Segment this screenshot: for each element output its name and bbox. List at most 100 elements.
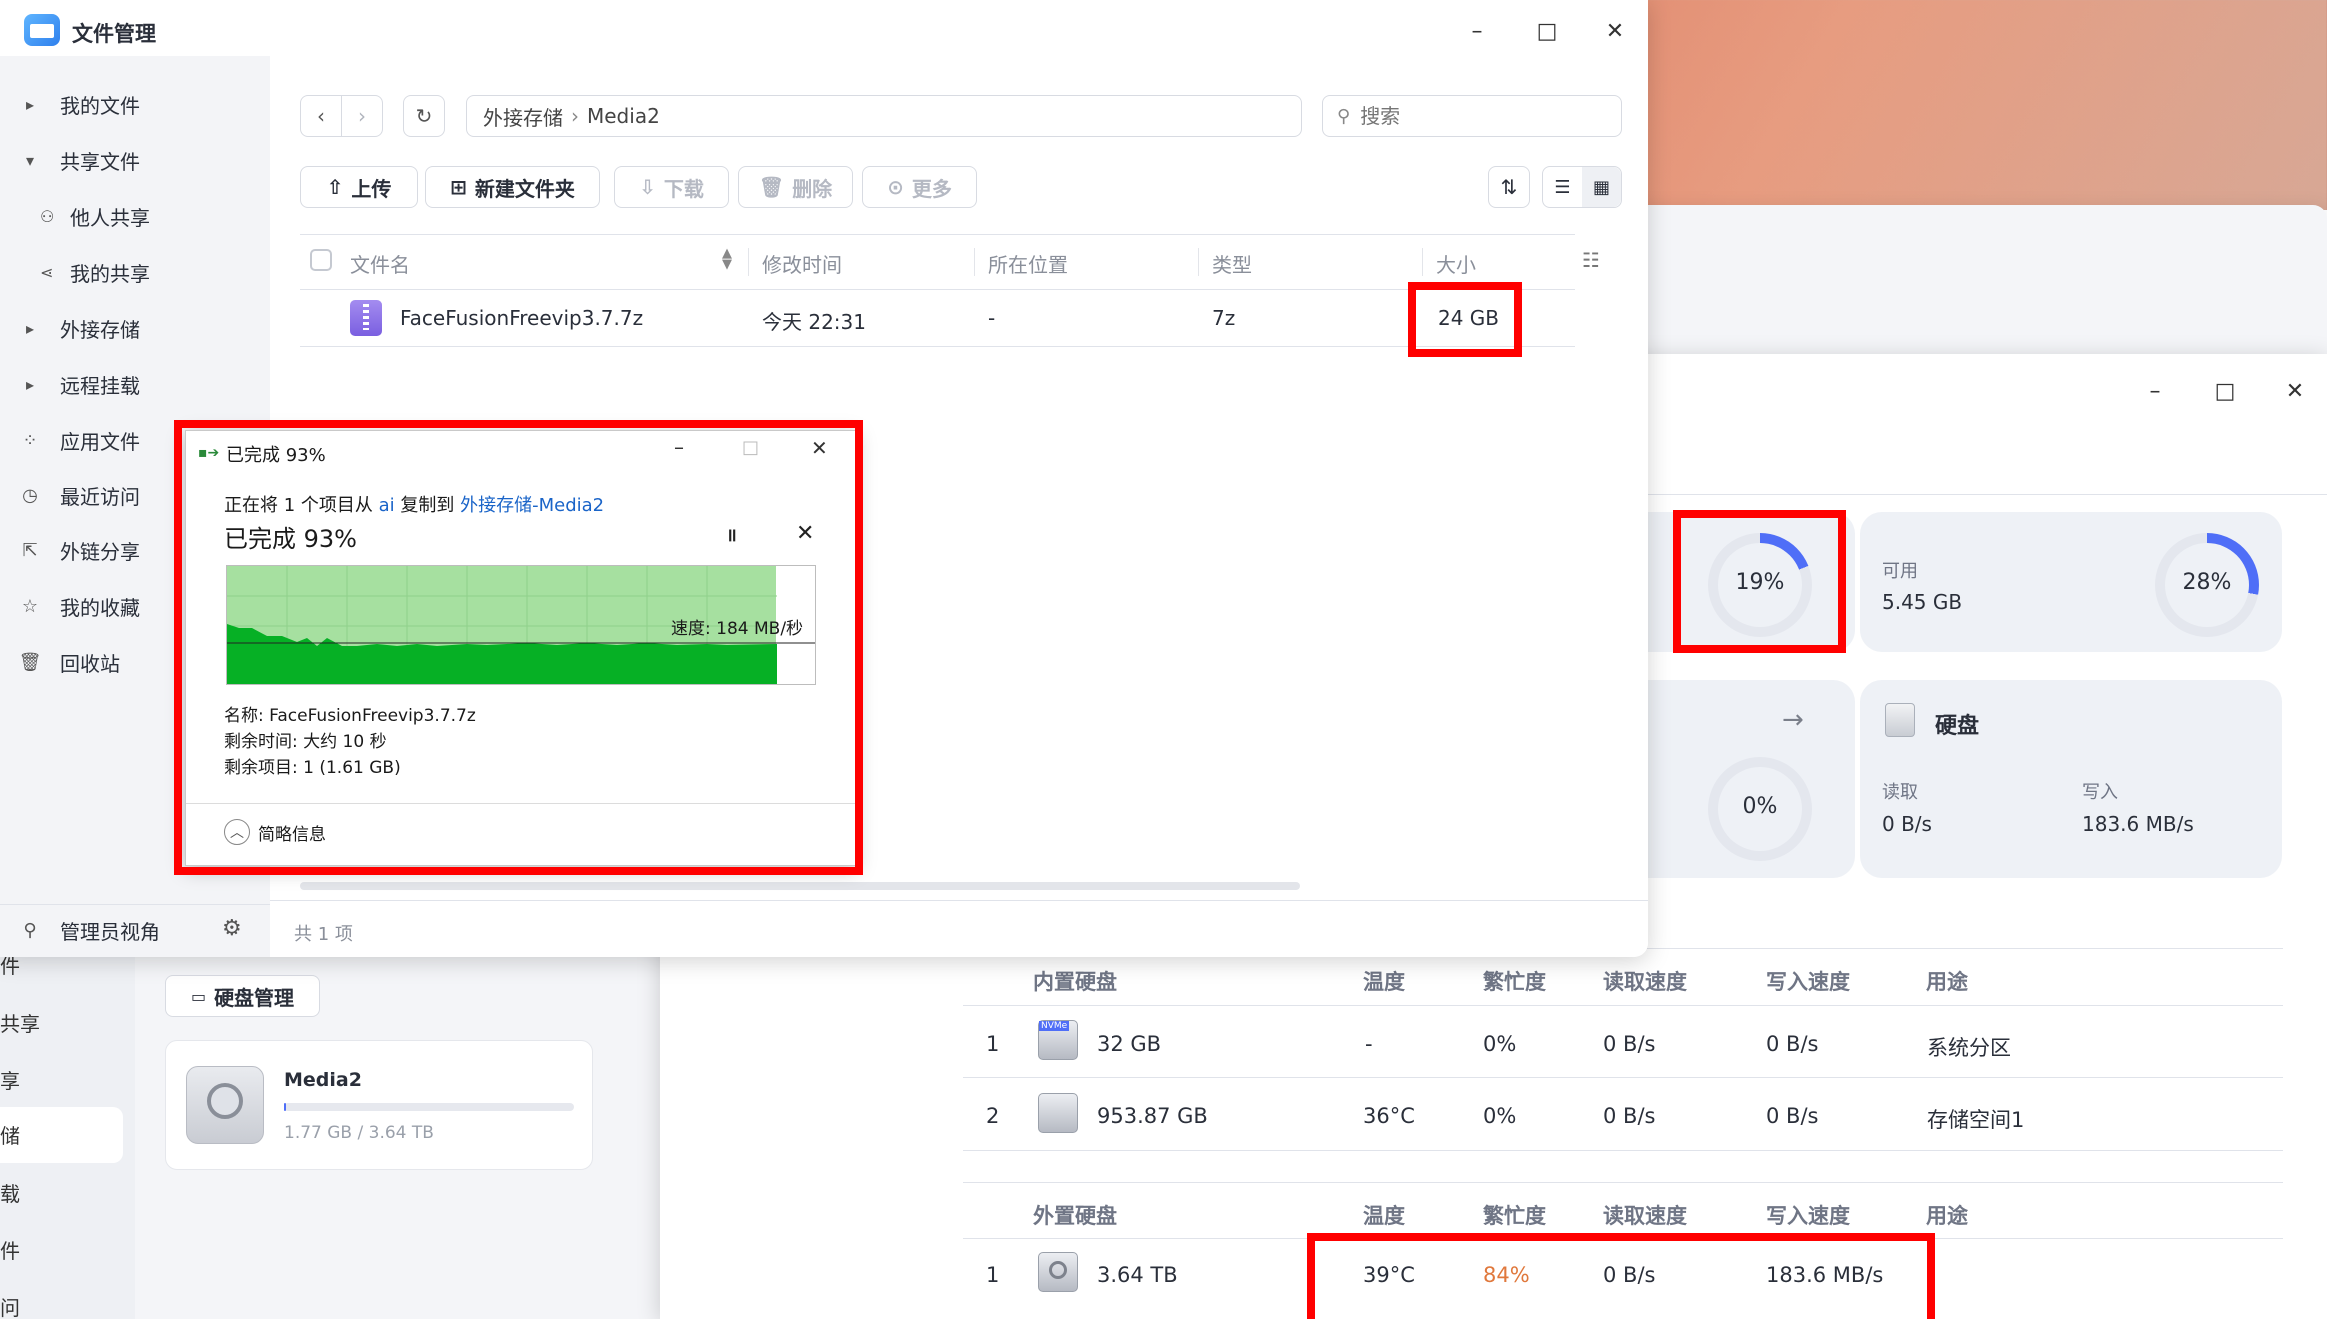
search-icon: ⚲ [1337, 105, 1351, 127]
column-header-modified[interactable]: 修改时间 [762, 249, 842, 278]
memory-percent: 28% [2182, 570, 2232, 595]
maximize-icon[interactable]: □ [2200, 366, 2250, 416]
nav-fragment[interactable]: 件 [0, 1235, 20, 1264]
row-index: 2 [986, 1104, 1000, 1128]
column-header-name[interactable]: 文件名 [350, 249, 410, 278]
row-index: 1 [986, 1032, 1000, 1056]
sidebar-item-label: 外链分享 [60, 539, 140, 564]
download-label: 下载 [663, 176, 704, 201]
breadcrumb[interactable]: 外接存储 › Media2 [466, 95, 1302, 137]
user-icon: ⚲ [23, 919, 37, 941]
nav-arrows: ‹ › [300, 95, 383, 137]
link-share-icon: ⇱ [22, 539, 38, 561]
hdd-icon [1885, 703, 1915, 737]
apps-icon: ⁘ [22, 429, 38, 451]
sort-arrows-icon[interactable]: ▲ ▼ [722, 247, 732, 271]
clock-icon: ◷ [22, 484, 38, 506]
chevron-right-icon: › [571, 104, 579, 128]
horizontal-scrollbar[interactable] [300, 882, 1300, 890]
column-header-size[interactable]: 大小 [1436, 249, 1476, 278]
sidebar-item-my-files[interactable]: ▸ 我的文件 [0, 84, 270, 124]
sidebar-item-label: 他人共享 [70, 205, 150, 230]
minimize-icon[interactable]: – [2130, 366, 2180, 416]
new-folder-label: 新建文件夹 [474, 176, 575, 201]
more-button[interactable]: ⊙ 更多 [862, 166, 977, 208]
nav-fragment[interactable]: 享 [0, 1065, 20, 1094]
arrow-right-icon[interactable]: → [1782, 705, 1804, 735]
disk-icon: ▭ [190, 986, 207, 1006]
disk-name: Media2 [284, 1069, 362, 1091]
sidebar-item-remote-mount[interactable]: ▸ 远程挂载 [0, 364, 270, 404]
disk-card[interactable]: Media2 1.77 GB / 3.64 TB [165, 1040, 593, 1170]
memory-value: 5.45 GB [1882, 590, 1963, 614]
disk-read: 0 B/s [1603, 1104, 1656, 1128]
read-label: 读取 [1882, 782, 1918, 803]
search-box[interactable]: ⚲ [1322, 95, 1622, 137]
column-header-location[interactable]: 所在位置 [988, 249, 1068, 278]
upload-button[interactable]: ⇧ 上传 [300, 166, 418, 208]
nav-fragment[interactable]: 储 [0, 1120, 20, 1149]
sidebar-item-label: 外接存储 [60, 317, 140, 342]
delete-button[interactable]: 🗑 删除 [738, 166, 853, 208]
sidebar-item-shared-by-others[interactable]: ⚇ 他人共享 [0, 196, 270, 236]
network-percent: 0% [1742, 794, 1778, 819]
sort-button[interactable]: ⇅ [1488, 166, 1530, 208]
file-name[interactable]: FaceFusionFreevip3.7.7z [400, 306, 643, 330]
new-folder-button[interactable]: ⊞ 新建文件夹 [425, 166, 600, 208]
trash-icon: 🗑 [758, 175, 785, 199]
internal-header-read: 读取速度 [1603, 970, 1687, 994]
file-location: - [988, 306, 996, 330]
internal-header-temp: 温度 [1363, 970, 1405, 994]
disk-use: 系统分区 [1927, 1036, 2011, 1060]
disk-management-button[interactable]: ▭ 硬盘管理 [165, 975, 320, 1017]
admin-view-label: 管理员视角 [60, 919, 160, 944]
search-input[interactable] [1360, 104, 1591, 128]
sidebar-item-label: 应用文件 [60, 429, 140, 454]
column-header-type[interactable]: 类型 [1212, 249, 1252, 278]
table-row[interactable]: FaceFusionFreevip3.7.7z 今天 22:31 - 7z 24… [300, 290, 1575, 346]
close-icon[interactable]: ✕ [2270, 366, 2320, 416]
more-icon: ⊙ [887, 175, 904, 199]
memory-ring: 28% [2155, 533, 2259, 637]
highlight-box-cpu [1673, 510, 1846, 653]
star-icon: ☆ [21, 595, 39, 617]
refresh-button[interactable]: ↻ [403, 95, 445, 137]
caret-right-icon: ▸ [25, 374, 35, 394]
nav-fragment[interactable]: 共享 [0, 1008, 40, 1037]
upload-label: 上传 [351, 176, 392, 201]
nav-fragment[interactable]: 载 [0, 1178, 20, 1207]
sort-icon: ⇅ [1500, 175, 1518, 199]
ssd-icon [1038, 1093, 1078, 1133]
sidebar-item-shared-files[interactable]: ▾ 共享文件 [0, 140, 270, 180]
file-type: 7z [1212, 306, 1236, 330]
sidebar-item-label: 我的文件 [60, 93, 140, 118]
item-count: 共 1 项 [294, 924, 353, 945]
sidebar-item-label: 我的收藏 [60, 595, 140, 620]
external-header-use: 用途 [1926, 1204, 1968, 1228]
sidebar-item-external-storage[interactable]: ▸ 外接存储 [0, 308, 270, 348]
internal-header-write: 写入速度 [1766, 970, 1850, 994]
sidebar-item-label: 我的共享 [70, 261, 150, 286]
forward-button[interactable]: › [342, 96, 382, 136]
memory-label: 可用 [1882, 561, 1918, 582]
settings-gear-icon[interactable]: ⚙ [222, 916, 242, 941]
write-value: 183.6 MB/s [2082, 812, 2194, 836]
new-folder-icon: ⊞ [450, 175, 467, 199]
back-button[interactable]: ‹ [301, 96, 342, 136]
sidebar-item-label: 回收站 [60, 651, 120, 676]
list-view-icon[interactable]: ☰ [1543, 167, 1582, 207]
sidebar-item-my-shares[interactable]: ⋖ 我的共享 [0, 252, 270, 292]
more-label: 更多 [911, 176, 952, 201]
breadcrumb-item[interactable]: Media2 [587, 104, 660, 128]
close-icon[interactable]: ✕ [1590, 6, 1640, 56]
minimize-icon[interactable]: – [1452, 6, 1502, 56]
grid-view-icon[interactable]: ▦ [1582, 167, 1621, 207]
sidebar-item-label: 远程挂载 [60, 373, 140, 398]
nav-fragment[interactable]: 问 [0, 1292, 20, 1319]
column-settings-icon[interactable]: ☷ [1582, 248, 1600, 272]
select-all-checkbox[interactable] [310, 249, 332, 271]
breadcrumb-item[interactable]: 外接存储 [483, 102, 563, 131]
maximize-icon[interactable]: □ [1522, 6, 1572, 56]
download-button[interactable]: ⇩ 下载 [614, 166, 729, 208]
disk-io-card[interactable] [1860, 680, 2282, 878]
